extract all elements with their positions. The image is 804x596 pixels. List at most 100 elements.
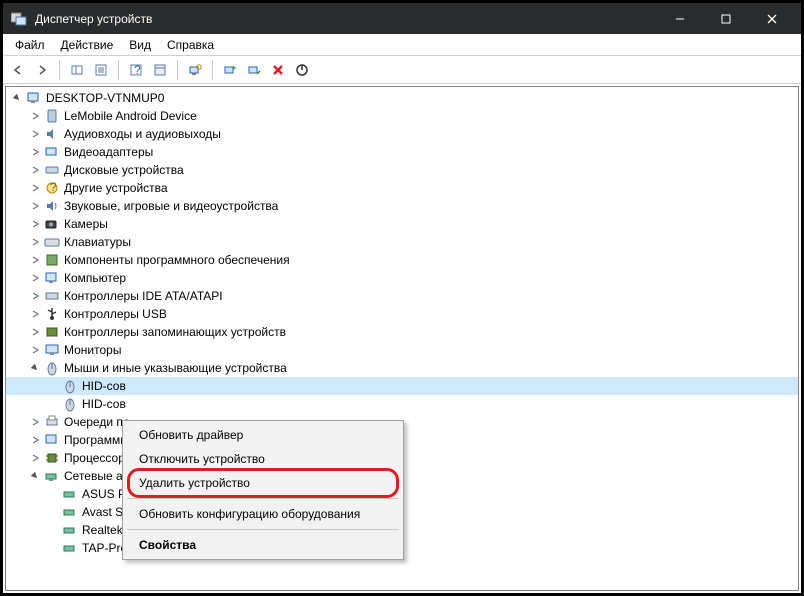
- tree-category[interactable]: Контроллеры запоминающих устройств: [6, 323, 798, 341]
- cat-label: Мониторы: [64, 343, 121, 357]
- tree-category-mice[interactable]: Мыши и иные указывающие устройства: [6, 359, 798, 377]
- expand-icon[interactable]: [28, 199, 42, 213]
- mouse-icon: [62, 378, 78, 394]
- cat-label: Программн: [64, 433, 127, 447]
- network-adapter-icon: [62, 540, 78, 556]
- no-expander: [46, 379, 60, 393]
- ctx-update-driver[interactable]: Обновить драйвер: [125, 423, 401, 447]
- window-title: Диспетчер устройств: [35, 12, 657, 26]
- toolbar-separator: [212, 60, 213, 80]
- audio-icon: [44, 126, 60, 142]
- expand-icon[interactable]: [28, 343, 42, 357]
- menu-view[interactable]: Вид: [121, 35, 159, 55]
- tree-category[interactable]: Камеры: [6, 215, 798, 233]
- menu-file[interactable]: Файл: [7, 35, 53, 55]
- cat-label: Процессор: [64, 451, 125, 465]
- ctx-properties[interactable]: Свойства: [125, 533, 401, 557]
- forward-button[interactable]: [31, 59, 53, 81]
- expand-icon[interactable]: [28, 253, 42, 267]
- show-hide-tree-button[interactable]: [66, 59, 88, 81]
- expand-icon[interactable]: [28, 415, 42, 429]
- cat-label: Очереди пе: [64, 415, 130, 429]
- software-devices-icon: [44, 432, 60, 448]
- ctx-separator: [127, 498, 399, 499]
- back-button[interactable]: [7, 59, 29, 81]
- expand-icon[interactable]: [28, 307, 42, 321]
- expand-icon[interactable]: [28, 433, 42, 447]
- expand-icon[interactable]: [28, 109, 42, 123]
- maximize-button[interactable]: [703, 3, 749, 34]
- menu-bar: Файл Действие Вид Справка: [3, 34, 801, 56]
- app-icon: [11, 12, 27, 26]
- help-button[interactable]: ?: [125, 59, 147, 81]
- expand-icon[interactable]: [28, 325, 42, 339]
- close-button[interactable]: [749, 3, 795, 34]
- tree-category[interactable]: Мониторы: [6, 341, 798, 359]
- ctx-uninstall-device[interactable]: Удалить устройство: [125, 471, 401, 495]
- android-icon: [44, 108, 60, 124]
- tree-category[interactable]: Клавиатуры: [6, 233, 798, 251]
- device-tree-panel: DESKTOP-VTNMUP0 LeMobile Android Device …: [5, 86, 799, 591]
- collapse-icon[interactable]: [28, 361, 42, 375]
- expand-icon[interactable]: [28, 235, 42, 249]
- keyboard-icon: [44, 234, 60, 250]
- menu-help[interactable]: Справка: [159, 35, 222, 55]
- network-adapter-icon: [62, 522, 78, 538]
- tree-category[interactable]: Звуковые, игровые и видеоустройства: [6, 197, 798, 215]
- expand-icon[interactable]: [28, 145, 42, 159]
- title-bar: Диспетчер устройств: [3, 3, 801, 34]
- network-icon: [44, 468, 60, 484]
- expand-icon[interactable]: [28, 451, 42, 465]
- collapse-icon[interactable]: [10, 91, 24, 105]
- toolbar-separator: [59, 60, 60, 80]
- tree-category[interactable]: Контроллеры IDE ATA/ATAPI: [6, 287, 798, 305]
- cat-label: Контроллеры USB: [64, 307, 167, 321]
- ctx-disable-device[interactable]: Отключить устройство: [125, 447, 401, 471]
- expand-icon[interactable]: [28, 217, 42, 231]
- uninstall-button[interactable]: [267, 59, 289, 81]
- monitor-icon: [44, 342, 60, 358]
- properties2-button[interactable]: [149, 59, 171, 81]
- svg-text:?: ?: [134, 63, 141, 77]
- expand-icon[interactable]: [28, 289, 42, 303]
- cat-label: Дисковые устройства: [64, 163, 184, 177]
- cat-label: Камеры: [64, 217, 108, 231]
- network-adapter-icon: [62, 486, 78, 502]
- tree-category[interactable]: Аудиовходы и аудиовыходы: [6, 125, 798, 143]
- disk-icon: [44, 162, 60, 178]
- cat-label: Другие устройства: [64, 181, 168, 195]
- tree-category[interactable]: ?Другие устройства: [6, 179, 798, 197]
- no-expander: [46, 541, 60, 555]
- cat-label: Видеоадаптеры: [64, 145, 153, 159]
- tree-root[interactable]: DESKTOP-VTNMUP0: [6, 89, 798, 107]
- enable-button[interactable]: [291, 59, 313, 81]
- cat-label: Аудиовходы и аудиовыходы: [64, 127, 221, 141]
- computer-icon: [44, 270, 60, 286]
- toolbar: ?: [3, 56, 801, 84]
- tree-category[interactable]: Компоненты программного обеспечения: [6, 251, 798, 269]
- expand-icon[interactable]: [28, 163, 42, 177]
- update-driver-button[interactable]: [219, 59, 241, 81]
- expand-icon[interactable]: [28, 127, 42, 141]
- expand-icon[interactable]: [28, 271, 42, 285]
- tree-category[interactable]: Контроллеры USB: [6, 305, 798, 323]
- minimize-button[interactable]: [657, 3, 703, 34]
- collapse-icon[interactable]: [28, 469, 42, 483]
- ctx-scan-hardware[interactable]: Обновить конфигурацию оборудования: [125, 502, 401, 526]
- cat-label: Мыши и иные указывающие устройства: [64, 361, 287, 375]
- tree-category[interactable]: LeMobile Android Device: [6, 107, 798, 125]
- properties-button[interactable]: [90, 59, 112, 81]
- scan-hardware-button[interactable]: [184, 59, 206, 81]
- display-adapter-icon: [44, 144, 60, 160]
- tree-item-hid-mouse[interactable]: HID-сов: [6, 395, 798, 413]
- processor-icon: [44, 450, 60, 466]
- menu-action[interactable]: Действие: [53, 35, 122, 55]
- tree-category[interactable]: Видеоадаптеры: [6, 143, 798, 161]
- storage-controller-icon: [44, 324, 60, 340]
- tree-category[interactable]: Компьютер: [6, 269, 798, 287]
- no-expander: [46, 523, 60, 537]
- disable-button[interactable]: [243, 59, 265, 81]
- expand-icon[interactable]: [28, 181, 42, 195]
- tree-category[interactable]: Дисковые устройства: [6, 161, 798, 179]
- tree-item-hid-mouse-selected[interactable]: HID-сов: [6, 377, 798, 395]
